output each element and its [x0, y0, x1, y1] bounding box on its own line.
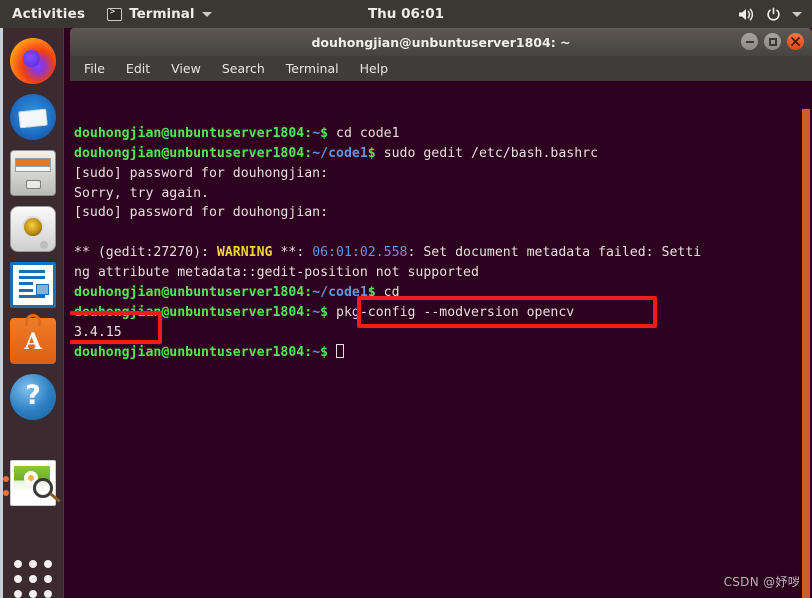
menu-item-edit[interactable]: Edit [126, 61, 150, 76]
doc-image-icon [36, 284, 49, 295]
terminal-line: ng attribute metadata::gedit-position no… [74, 265, 479, 281]
menu-item-view[interactable]: View [171, 61, 201, 76]
terminal-line: ** (gedit:27270): WARNING **: 06:01:02.5… [74, 245, 702, 261]
grid-dot-icon [14, 560, 22, 568]
chevron-down-icon [201, 11, 212, 17]
doc-line-icon [19, 295, 45, 298]
dock-item-ubuntu-software[interactable]: A [10, 314, 56, 364]
terminal-icon [107, 7, 123, 21]
active-app-name: Terminal [129, 6, 195, 22]
close-button[interactable] [787, 33, 804, 50]
close-icon [791, 37, 800, 46]
menu-item-terminal[interactable]: Terminal [286, 61, 339, 76]
running-indicator [3, 490, 9, 496]
terminal-line: [sudo] password for douhongjian: [74, 205, 329, 221]
terminal-cursor [336, 343, 345, 358]
software-a-glyph: A [24, 329, 42, 355]
terminal-window: douhongjian@unbuntuserver1804: ~ File Ed… [70, 28, 812, 598]
watermark-text: CSDN @妤哕 [723, 575, 800, 589]
clock-button[interactable]: Thu 06:01 [368, 6, 444, 22]
doc-line-icon [19, 282, 33, 285]
dock-item-thunderbird[interactable] [10, 94, 56, 140]
grid-dot-icon [14, 590, 22, 598]
grid-dot-icon [44, 575, 52, 583]
grid-dot-icon [44, 560, 52, 568]
window-title-bar[interactable]: douhongjian@unbuntuserver1804: ~ [70, 28, 812, 56]
gnome-top-bar: Activities Terminal Thu 06:01 [0, 0, 812, 28]
bag-handle-icon [25, 314, 41, 326]
terminal-line: douhongjian@unbuntuserver1804:~/code1$ s… [74, 145, 599, 161]
terminal-line: 3.4.15 [74, 324, 122, 340]
grid-dot-icon [44, 590, 52, 598]
dock-item-image-viewer[interactable] [10, 460, 61, 506]
terminal-output-area[interactable]: douhongjian@unbuntuserver1804:~$ cd code… [70, 81, 812, 598]
cabinet-paper-icon [15, 166, 51, 172]
running-indicator [3, 476, 9, 482]
ubuntu-dock: A ? [0, 28, 64, 598]
activities-button[interactable]: Activities [12, 6, 85, 22]
terminal-lines: douhongjian@unbuntuserver1804:~$ cd code… [74, 124, 812, 363]
terminal-menu-bar: File Edit View Search Terminal Help [70, 56, 812, 81]
active-app-menu[interactable]: Terminal [107, 6, 212, 22]
dock-item-files[interactable] [10, 150, 56, 196]
menu-item-help[interactable]: Help [360, 61, 389, 76]
doc-line-icon [19, 289, 33, 292]
grid-dot-icon [29, 590, 37, 598]
question-mark-icon: ? [25, 380, 41, 411]
menu-item-search[interactable]: Search [222, 61, 265, 76]
grid-dot-icon [14, 575, 22, 583]
terminal-scrollbar[interactable] [802, 109, 810, 598]
maximize-icon [768, 37, 777, 46]
minimize-icon [745, 40, 754, 43]
speaker-knob-icon [40, 241, 48, 249]
desktop-screen: Activities Terminal Thu 06:01 [0, 0, 812, 598]
dock-item-firefox[interactable] [10, 38, 56, 84]
window-title: douhongjian@unbuntuserver1804: ~ [311, 34, 571, 50]
dock-item-help[interactable]: ? [10, 374, 56, 420]
menu-item-file[interactable]: File [84, 61, 105, 76]
chevron-down-icon[interactable] [792, 11, 802, 17]
show-applications-button[interactable] [14, 560, 52, 598]
speaker-cone-icon [22, 216, 44, 238]
terminal-line: douhongjian@unbuntuserver1804:~$ [74, 343, 812, 363]
dock-item-rhythmbox[interactable] [10, 206, 56, 252]
terminal-line: Sorry, try again. [74, 185, 209, 201]
terminal-line: douhongjian@unbuntuserver1804:~$ pkg-con… [74, 304, 575, 320]
dock-item-libreoffice-writer[interactable] [10, 262, 56, 308]
power-icon[interactable] [766, 7, 781, 22]
maximize-button[interactable] [764, 33, 781, 50]
terminal-line: douhongjian@unbuntuserver1804:~/code1$ c… [74, 285, 400, 301]
grid-dot-icon [29, 560, 37, 568]
minimize-button[interactable] [741, 33, 758, 50]
volume-icon[interactable] [738, 7, 755, 22]
terminal-line: douhongjian@unbuntuserver1804:~$ cd code… [74, 125, 400, 141]
cabinet-handle-icon [26, 180, 41, 189]
doc-line-icon [19, 276, 45, 279]
grid-dot-icon [29, 575, 37, 583]
window-controls [741, 33, 804, 50]
doc-line-icon [19, 270, 45, 273]
terminal-line: [sudo] password for douhongjian: [74, 165, 329, 181]
magnifier-handle-icon [49, 492, 61, 503]
system-tray[interactable] [738, 7, 802, 22]
